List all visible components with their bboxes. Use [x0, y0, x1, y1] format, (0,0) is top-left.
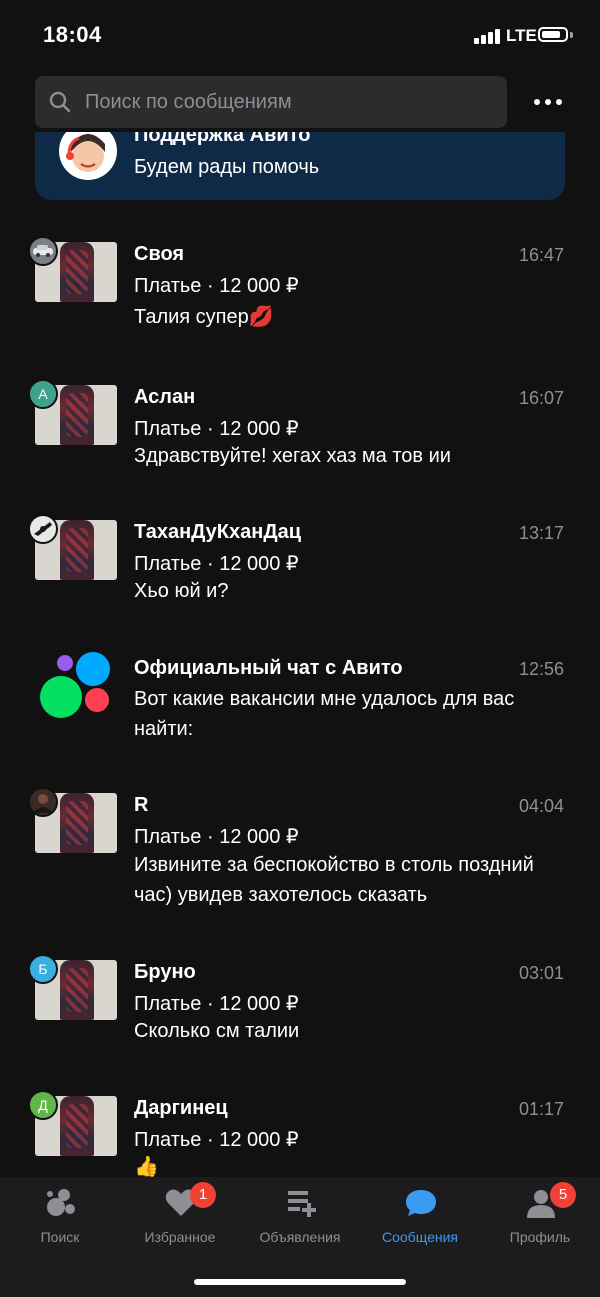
chat-name: Своя [134, 243, 185, 265]
chat-time: 04:04 [518, 796, 564, 816]
chat-item[interactable]: Д Даргинец 01:17 Платье · 12 000 ₽ 👍 [0, 1084, 600, 1177]
chat-listing: Платье · 12 000 ₽ [134, 275, 299, 297]
chat-name: Бруно [134, 961, 196, 983]
tab-label: Профиль [509, 1229, 571, 1245]
chat-last-message: Сколько см талии [134, 1020, 300, 1042]
avito-logo [40, 652, 112, 718]
profile-badge: 5 [550, 1182, 576, 1208]
chat-name: Аслан [134, 386, 196, 408]
tab-label: Сообщения [382, 1229, 458, 1245]
signal-icon [474, 28, 502, 44]
tab-listings[interactable]: Объявления [240, 1177, 360, 1267]
chat-last-message: Вот какие вакансии мне удалось для вас н… [134, 688, 515, 740]
tab-favorites[interactable]: 1 Избранное [120, 1177, 240, 1267]
chat-item[interactable]: Б Бруно 03:01 Платье · 12 000 ₽ Сколько … [0, 948, 600, 1058]
user-avatar: Б [28, 954, 58, 984]
chat-last-message: Извините за беспокойство в столь поздний… [134, 854, 534, 906]
chat-listing: Платье · 12 000 ₽ [134, 1129, 299, 1151]
tab-profile[interactable]: 5 Профиль [480, 1177, 600, 1267]
support-banner[interactable]: Поддержка Авито Будем рады помочь [35, 132, 565, 200]
chat-item[interactable]: R 04:04 Платье · 12 000 ₽ Извините за бе… [0, 781, 600, 921]
tab-label: Объявления [259, 1229, 341, 1245]
tab-messages[interactable]: Сообщения [360, 1177, 480, 1267]
search-icon [49, 91, 71, 113]
search-placeholder: Поиск по сообщениям [85, 91, 292, 113]
search-input[interactable]: Поиск по сообщениям [35, 76, 507, 128]
chat-name: ТаханДуКханДац [134, 521, 301, 543]
tab-label: Поиск [40, 1229, 80, 1245]
support-subtitle: Будем рады помочь [134, 156, 320, 178]
chat-listing: Платье · 12 000 ₽ [134, 993, 299, 1015]
chat-time: 01:17 [518, 1099, 564, 1119]
chat-listing: Платье · 12 000 ₽ [134, 418, 299, 440]
chat-last-message: Здравствуйте! хегах хаз ма тов ии [134, 445, 451, 467]
more-options-button[interactable] [522, 85, 574, 119]
user-avatar: А [28, 379, 58, 409]
home-indicator[interactable] [194, 1279, 406, 1285]
status-bar: 18:04 LTE [0, 0, 600, 70]
user-avatar [28, 514, 58, 544]
chat-listing: Платье · 12 000 ₽ [134, 826, 299, 848]
chat-name: Даргинец [134, 1097, 228, 1119]
chat-item[interactable]: Официальный чат с Авито 12:56 Вот какие … [0, 644, 600, 754]
network-label: LTE [506, 26, 537, 45]
chat-time: 16:47 [518, 245, 564, 265]
tab-label: Избранное [144, 1229, 216, 1245]
chat-listing: Платье · 12 000 ₽ [134, 553, 299, 575]
chat-item[interactable]: А Аслан 16:07 Платье · 12 000 ₽ Здравств… [0, 373, 600, 483]
chat-bubble-icon [406, 1190, 436, 1216]
chat-time: 13:17 [518, 523, 564, 543]
support-agent-avatar [59, 132, 117, 180]
chat-last-message: Талия супер💋 [134, 306, 274, 328]
chat-time: 16:07 [518, 388, 564, 408]
search-tab-icon [47, 1189, 75, 1216]
status-time: 18:04 [43, 22, 102, 47]
chat-last-message: Хьо юй и? [134, 580, 229, 602]
add-listing-icon [288, 1191, 316, 1217]
battery-icon [538, 27, 568, 42]
chat-last-message: 👍 [134, 1156, 159, 1177]
tab-search[interactable]: Поиск [0, 1177, 120, 1267]
user-avatar [28, 236, 58, 266]
chat-time: 03:01 [518, 963, 564, 983]
support-title: Поддержка Авито [134, 132, 311, 146]
user-avatar [28, 787, 58, 817]
chat-name: Официальный чат с Авито [134, 657, 403, 679]
chat-time: 12:56 [518, 659, 564, 679]
favorites-badge: 1 [190, 1182, 216, 1208]
chat-name: R [134, 794, 149, 816]
chat-item[interactable]: Своя 16:47 Платье · 12 000 ₽ Талия супер… [0, 230, 600, 340]
user-avatar: Д [28, 1090, 58, 1120]
chat-item[interactable]: ТаханДуКханДац 13:17 Платье · 12 000 ₽ Х… [0, 508, 600, 618]
